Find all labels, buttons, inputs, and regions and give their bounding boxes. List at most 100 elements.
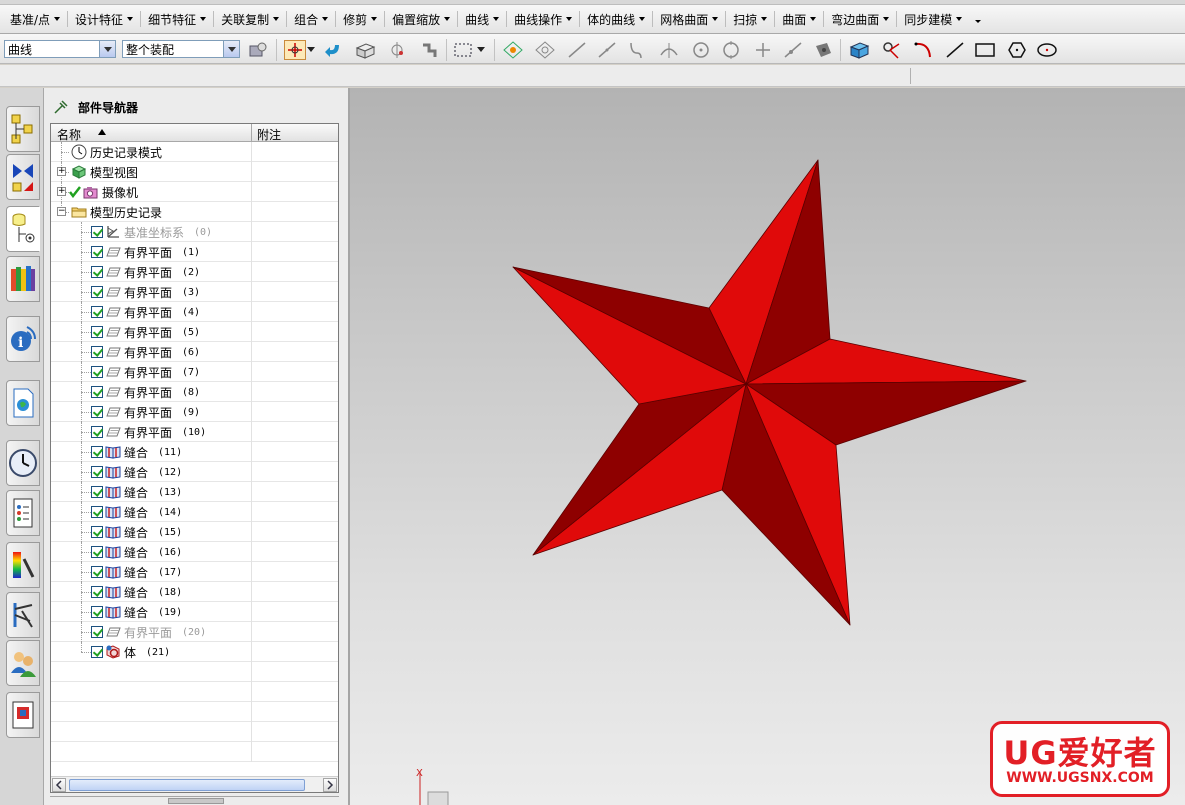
- visibility-checkbox[interactable]: [91, 486, 103, 498]
- tree-node[interactable]: 缝合 (12): [91, 462, 182, 482]
- visibility-checkbox[interactable]: [91, 546, 103, 558]
- manufacturing-wizards-icon[interactable]: [6, 592, 40, 638]
- menu-item[interactable]: 曲面: [776, 8, 822, 30]
- point-on-line-icon[interactable]: [782, 40, 804, 60]
- tree-row[interactable]: 缝合 (16): [51, 542, 338, 562]
- rectangle-select-icon[interactable]: [452, 40, 474, 60]
- visibility-checkbox[interactable]: [91, 626, 103, 638]
- tree-node[interactable]: 摄像机: [69, 182, 138, 202]
- tree-node[interactable]: 有界平面 (2): [91, 262, 200, 282]
- tree-node[interactable]: 有界平面 (10): [91, 422, 206, 442]
- process-studio-icon[interactable]: [6, 490, 40, 536]
- visibility-checkbox[interactable]: [91, 526, 103, 538]
- chevron-down-icon[interactable]: [223, 41, 239, 57]
- tree-row[interactable]: 缝合 (18): [51, 582, 338, 602]
- tree-row[interactable]: 缝合 (12): [51, 462, 338, 482]
- tree-row[interactable]: 缝合 (13): [51, 482, 338, 502]
- tree-row[interactable]: 体 (21): [51, 642, 338, 662]
- navigator-footer-tab[interactable]: [168, 798, 224, 804]
- chevron-down-icon[interactable]: [306, 40, 316, 60]
- menu-item[interactable]: 设计特征: [69, 8, 139, 30]
- menu-item[interactable]: 网格曲面: [654, 8, 724, 30]
- history-icon[interactable]: [6, 440, 40, 486]
- visibility-checkbox[interactable]: [91, 366, 103, 378]
- menu-overflow-button[interactable]: [968, 8, 988, 30]
- tree-row[interactable]: 有界平面 (6): [51, 342, 338, 362]
- part-navigator-icon[interactable]: [6, 206, 40, 252]
- web-browser-icon[interactable]: [6, 380, 40, 426]
- tree-node[interactable]: 有界平面 (4): [91, 302, 200, 322]
- tree-node[interactable]: 有界平面 (9): [91, 402, 200, 422]
- profile-icon[interactable]: [880, 40, 902, 60]
- tree-row[interactable]: 缝合 (11): [51, 442, 338, 462]
- menu-item[interactable]: 体的曲线: [581, 8, 651, 30]
- tree-row[interactable]: 有界平面 (10): [51, 422, 338, 442]
- scroll-left-icon[interactable]: [52, 778, 66, 792]
- tree-node[interactable]: 有界平面 (5): [91, 322, 200, 342]
- menu-item[interactable]: 组合: [288, 8, 334, 30]
- tangent-icon[interactable]: [658, 40, 680, 60]
- line-icon[interactable]: [944, 40, 966, 60]
- ellipse-icon[interactable]: [1036, 40, 1058, 60]
- tree-node[interactable]: 历史记录模式: [69, 142, 162, 162]
- tree-row[interactable]: − 模型历史记录: [51, 202, 338, 222]
- menu-item[interactable]: 偏置缩放: [386, 8, 456, 30]
- tree-node[interactable]: 缝合 (13): [91, 482, 182, 502]
- tree-row[interactable]: 有界平面 (8): [51, 382, 338, 402]
- tree-node[interactable]: 缝合 (16): [91, 542, 182, 562]
- snap-point-icon[interactable]: [284, 40, 306, 60]
- visibility-checkbox[interactable]: [91, 586, 103, 598]
- visibility-checkbox[interactable]: [91, 646, 103, 658]
- tree-node[interactable]: 有界平面 (3): [91, 282, 200, 302]
- chevron-down-icon[interactable]: [476, 40, 486, 60]
- menu-item[interactable]: 曲线操作: [508, 8, 578, 30]
- snap-endpoints-icon[interactable]: [502, 40, 524, 60]
- visibility-checkbox[interactable]: [91, 266, 103, 278]
- visibility-checkbox[interactable]: [91, 346, 103, 358]
- expand-icon[interactable]: +: [57, 187, 66, 196]
- tree-row[interactable]: 有界平面 (5): [51, 322, 338, 342]
- visibility-checkbox[interactable]: [91, 506, 103, 518]
- scroll-right-icon[interactable]: [323, 778, 337, 792]
- visibility-checkbox[interactable]: [91, 386, 103, 398]
- tree-row[interactable]: 历史记录模式: [51, 142, 338, 162]
- tree-row[interactable]: 有界平面 (1): [51, 242, 338, 262]
- pin-icon[interactable]: [54, 100, 68, 114]
- selection-scope-combo[interactable]: 整个装配: [122, 40, 240, 58]
- snap-midpoint-icon[interactable]: [534, 40, 556, 60]
- column-header-name[interactable]: 名称: [57, 126, 81, 143]
- visibility-checkbox[interactable]: [91, 566, 103, 578]
- tree-row[interactable]: 缝合 (15): [51, 522, 338, 542]
- line-control-icon[interactable]: [596, 40, 618, 60]
- circle-quadrant-icon[interactable]: [720, 40, 742, 60]
- tree-row[interactable]: 缝合 (19): [51, 602, 338, 622]
- polygon-icon[interactable]: [1006, 40, 1028, 60]
- circle-center-icon[interactable]: [690, 40, 712, 60]
- undo-arrow-icon[interactable]: [322, 40, 344, 60]
- horizontal-scrollbar[interactable]: [51, 776, 338, 792]
- column-header-note[interactable]: 附注: [257, 126, 281, 143]
- solid-body-icon[interactable]: [848, 40, 870, 60]
- menu-item[interactable]: 细节特征: [142, 8, 212, 30]
- visibility-checkbox[interactable]: [91, 306, 103, 318]
- collapse-icon[interactable]: −: [57, 207, 66, 216]
- tree-node[interactable]: 有界平面 (7): [91, 362, 200, 382]
- filter-settings-icon[interactable]: [247, 40, 269, 60]
- menu-item[interactable]: 基准/点: [4, 8, 66, 30]
- tree-node[interactable]: 缝合 (11): [91, 442, 182, 462]
- menu-item[interactable]: 曲线: [459, 8, 505, 30]
- tree-row[interactable]: 有界平面 (3): [51, 282, 338, 302]
- tree-row[interactable]: 有界平面 (9): [51, 402, 338, 422]
- tree-node[interactable]: 基准坐标系 (0): [91, 222, 212, 242]
- constraint-navigator-icon[interactable]: [6, 154, 40, 200]
- assembly-navigator-icon[interactable]: [6, 106, 40, 152]
- menu-item[interactable]: 修剪: [337, 8, 383, 30]
- point-on-face-icon[interactable]: [812, 40, 834, 60]
- tree-node[interactable]: 有界平面 (20): [91, 622, 206, 642]
- gear-select-icon[interactable]: [418, 40, 440, 60]
- visibility-checkbox[interactable]: [91, 226, 103, 238]
- tree-node[interactable]: 缝合 (14): [91, 502, 182, 522]
- type-filter-combo[interactable]: 曲线: [4, 40, 116, 58]
- rectangle-icon[interactable]: [974, 40, 996, 60]
- visualization-icon[interactable]: [6, 542, 40, 588]
